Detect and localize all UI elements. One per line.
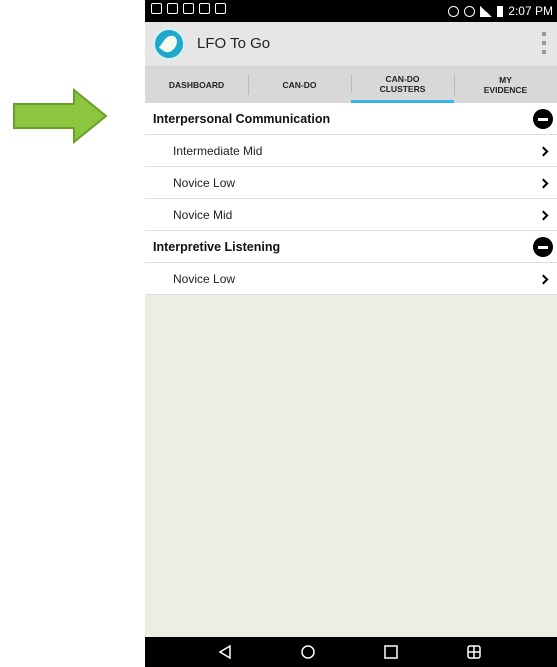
back-icon[interactable] (218, 645, 232, 659)
notification-icon (183, 3, 194, 14)
list-item-label: Novice Mid (173, 208, 233, 222)
collapse-icon[interactable] (533, 109, 553, 129)
app-bar: LFO To Go (145, 22, 557, 67)
home-icon[interactable] (301, 645, 315, 659)
list-item[interactable]: Novice Low (145, 167, 557, 199)
section-header-interpretive[interactable]: Interpretive Listening (145, 231, 557, 263)
tab-bar: DASHBOARD CAN-DO CAN-DO CLUSTERS MY EVID… (145, 67, 557, 103)
list-item-label: Novice Low (173, 272, 236, 286)
tab-label: CAN-DO CLUSTERS (379, 73, 426, 94)
multiwindow-icon[interactable] (467, 645, 481, 659)
status-bar: 2:07 PM (145, 0, 557, 22)
chevron-right-icon (538, 178, 549, 189)
section-title: Interpersonal Communication (153, 112, 331, 126)
app-logo-icon[interactable] (153, 28, 185, 60)
collapse-icon[interactable] (533, 237, 553, 257)
notification-icon (215, 3, 226, 14)
notification-icon (167, 3, 178, 14)
recents-icon[interactable] (384, 645, 398, 659)
android-device-screen: 2:07 PM LFO To Go DASHBOARD CAN-DO CAN-D… (145, 0, 557, 667)
notification-icons (151, 3, 226, 14)
cluster-list: Interpersonal Communication Intermediate… (145, 103, 557, 295)
wifi-icon (464, 5, 476, 17)
status-time: 2:07 PM (508, 4, 553, 18)
chevron-right-icon (538, 210, 549, 221)
tab-can-do-clusters[interactable]: CAN-DO CLUSTERS (351, 67, 454, 103)
bluetooth-icon (448, 5, 460, 17)
notification-icon (199, 3, 210, 14)
navigation-bar (145, 637, 557, 667)
list-item-label: Novice Low (173, 176, 236, 190)
list-item[interactable]: Novice Mid (145, 199, 557, 231)
overflow-menu-icon[interactable] (541, 32, 547, 54)
tab-can-do[interactable]: CAN-DO (248, 67, 351, 103)
chevron-right-icon (538, 146, 549, 157)
list-item[interactable]: Intermediate Mid (145, 135, 557, 167)
battery-icon (497, 5, 504, 17)
list-item[interactable]: Novice Low (145, 263, 557, 295)
signal-icon (480, 5, 493, 17)
tab-label: MY EVIDENCE (483, 75, 528, 95)
tab-label: CAN-DO (282, 80, 317, 90)
notification-icon (151, 3, 162, 14)
section-header-interpersonal[interactable]: Interpersonal Communication (145, 103, 557, 135)
section-title: Interpretive Listening (153, 240, 281, 254)
chevron-right-icon (538, 274, 549, 285)
app-title: LFO To Go (197, 35, 271, 52)
list-item-label: Intermediate Mid (173, 144, 263, 158)
tab-my-evidence[interactable]: MY EVIDENCE (454, 67, 557, 103)
tab-label: DASHBOARD (168, 80, 225, 90)
tab-dashboard[interactable]: DASHBOARD (145, 67, 248, 103)
annotation-arrow-icon (13, 88, 108, 144)
